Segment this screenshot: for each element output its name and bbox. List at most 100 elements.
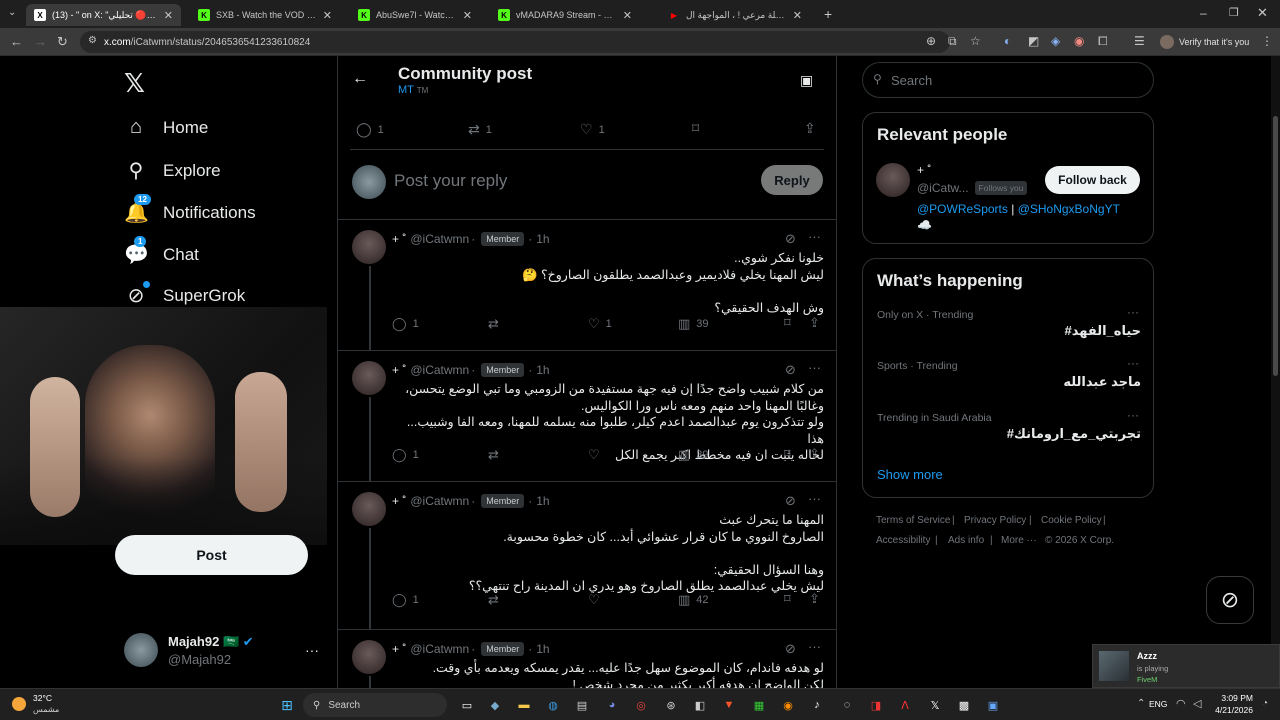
views-action[interactable]: ▥ 42 bbox=[678, 592, 709, 608]
grok-explain-icon[interactable]: ⊘ bbox=[785, 231, 796, 247]
reply-action[interactable]: ◯ 1 bbox=[392, 592, 419, 608]
wifi-icon[interactable]: ◠ bbox=[1176, 697, 1186, 710]
x-app-icon[interactable]: 𝕏 bbox=[926, 696, 944, 714]
views-action[interactable]: ▥ 39 bbox=[678, 447, 709, 463]
bookmark-icon[interactable]: ⌑ bbox=[784, 591, 791, 607]
app-icon[interactable]: ◌ bbox=[838, 696, 856, 714]
footer-link[interactable]: Ads info bbox=[948, 535, 984, 546]
grok-explain-icon[interactable]: ⊘ bbox=[785, 493, 796, 509]
main-repost-action[interactable]: ⇄ 1 bbox=[468, 121, 492, 138]
follow-back-button[interactable]: Follow back bbox=[1045, 166, 1140, 194]
relevant-avatar[interactable] bbox=[876, 163, 910, 197]
tab-search-icon[interactable]: ⌄ bbox=[8, 7, 16, 18]
new-tab-icon[interactable]: + bbox=[824, 6, 832, 22]
main-like-action[interactable]: ♡ 1 bbox=[580, 121, 605, 138]
app-icon[interactable]: ⴷ bbox=[896, 696, 914, 714]
scrollbar-thumb[interactable] bbox=[1273, 116, 1278, 376]
clock-time[interactable]: 3:09 PM bbox=[1209, 693, 1253, 703]
extension-icon[interactable]: ◩ bbox=[1028, 34, 1039, 48]
post-time[interactable]: 1h bbox=[536, 232, 549, 246]
grok-explain-icon[interactable]: ⊘ bbox=[785, 362, 796, 378]
author-handle[interactable]: @iCatwmn bbox=[410, 642, 469, 656]
back-arrow-icon[interactable]: ← bbox=[352, 70, 368, 88]
author-handle[interactable]: @iCatwmn bbox=[410, 363, 469, 377]
browser-tab[interactable]: K SXB - Watch the VOD on Kick ✕ bbox=[190, 4, 340, 26]
more-options-icon[interactable]: ··· bbox=[808, 360, 821, 375]
browser-tab[interactable]: X (13) - " on X: "تحليلي 🔴 " / X ✕ bbox=[26, 4, 181, 26]
clock-date[interactable]: 4/21/2026 bbox=[1209, 705, 1253, 715]
more-options-icon[interactable]: ··· bbox=[808, 491, 821, 506]
author-handle[interactable]: @iCatwmn bbox=[410, 232, 469, 246]
reading-list-icon[interactable]: ☰ bbox=[1134, 34, 1145, 48]
share-icon[interactable]: ⇪ bbox=[809, 591, 820, 607]
reload-icon[interactable]: ↻ bbox=[57, 34, 68, 50]
file-explorer-icon[interactable]: ▬ bbox=[515, 696, 533, 714]
reply-action[interactable]: ◯ 1 bbox=[392, 316, 419, 332]
weather-temp[interactable]: 32°C bbox=[33, 693, 52, 703]
share-icon[interactable]: ⇪ bbox=[809, 446, 820, 462]
bookmark-icon[interactable]: ⌑ bbox=[784, 315, 791, 331]
views-action[interactable]: ▥ 39 bbox=[678, 316, 709, 332]
extension-icon[interactable]: ◉ bbox=[1074, 34, 1084, 48]
trend-item[interactable]: Trending in Saudi Arabia #تجربتي_مع_اروما… bbox=[877, 408, 1141, 442]
post-avatar[interactable] bbox=[352, 640, 386, 674]
sidebar-item-home[interactable]: ⌂ Home bbox=[124, 116, 208, 139]
forward-icon[interactable]: → bbox=[34, 34, 47, 49]
grok-explain-icon[interactable]: ⊘ bbox=[785, 641, 796, 657]
share-icon[interactable]: ⇪ bbox=[804, 120, 816, 137]
search-input[interactable]: ⚲ Search bbox=[862, 62, 1154, 98]
account-avatar[interactable] bbox=[124, 633, 158, 667]
author-name[interactable]: + ˚ bbox=[392, 642, 406, 656]
sidebar-item-supergrok[interactable]: ⊘ SuperGrok bbox=[124, 281, 245, 308]
sidebar-item-notifications[interactable]: 🔔 12 Notifications bbox=[124, 194, 256, 225]
copilot-icon[interactable]: ◆ bbox=[486, 696, 504, 714]
bookmark-icon[interactable]: ⌑ bbox=[784, 446, 791, 462]
footer-link[interactable]: Terms of Service bbox=[876, 515, 950, 526]
language-indicator[interactable]: ENG bbox=[1149, 699, 1167, 709]
notification-bell-icon[interactable]: ◔ bbox=[1262, 698, 1268, 709]
zoom-icon[interactable]: ⊕ bbox=[926, 34, 936, 48]
author-name[interactable]: + ˚ bbox=[392, 363, 406, 377]
x-logo-icon[interactable]: 𝕏 bbox=[124, 68, 145, 99]
task-view-icon[interactable]: ▭ bbox=[458, 696, 476, 714]
trend-item[interactable]: Only on X · Trending #حياه_الفهد ··· bbox=[877, 305, 1141, 339]
author-handle[interactable]: @iCatwmn bbox=[410, 494, 469, 508]
trend-item[interactable]: Sports · Trending ماجد عبدالله ··· bbox=[877, 356, 1141, 390]
reply-post[interactable]: + ˚ @iCatwmn · Member · 1h ⊘ ··· خلونا نفكر شوي.… bbox=[338, 219, 836, 351]
more-options-icon[interactable]: ··· bbox=[808, 639, 821, 654]
app-icon[interactable]: ▣ bbox=[984, 696, 1002, 714]
post-time[interactable]: 1h bbox=[536, 494, 549, 508]
repost-action[interactable]: ⇄ bbox=[488, 592, 505, 608]
post-time[interactable]: 1h bbox=[536, 642, 549, 656]
sidebar-item-chat[interactable]: 💬 1 Chat bbox=[124, 236, 199, 267]
close-tab-icon[interactable]: ✕ bbox=[623, 9, 632, 22]
install-app-icon[interactable]: ⧉ bbox=[948, 34, 957, 49]
close-tab-icon[interactable]: ✕ bbox=[463, 9, 472, 22]
windows-start-icon[interactable]: ⊞ bbox=[278, 696, 296, 714]
reply-button[interactable]: Reply bbox=[761, 165, 823, 195]
game-notification[interactable]: Azzz is playing FiveM bbox=[1092, 644, 1280, 688]
bio-link[interactable]: @POWReSports bbox=[917, 202, 1008, 216]
volume-icon[interactable]: ◁ bbox=[1193, 697, 1201, 710]
browser-tab[interactable]: KvMADARA9 Stream - Watch Live ✕ bbox=[490, 4, 640, 26]
post-button[interactable]: Post bbox=[115, 535, 308, 575]
extension-icon[interactable]: ◈ bbox=[1051, 34, 1060, 48]
reply-action[interactable]: ◯ 1 bbox=[392, 447, 419, 463]
browser-tab[interactable]: K AbuSwe7l - Watch the VOD on ✕ bbox=[350, 4, 480, 26]
footer-link[interactable]: © 2026 X Corp. bbox=[1045, 535, 1114, 546]
repost-action[interactable]: ⇄ bbox=[488, 447, 505, 463]
browser-tab[interactable]: ▶ نهاية سلسلة مرعي ! ، المواجهة ال ✕ bbox=[660, 4, 810, 26]
chrome-icon[interactable]: ◎ bbox=[632, 696, 650, 714]
post-avatar[interactable] bbox=[352, 361, 386, 395]
store-icon[interactable]: ▤ bbox=[573, 696, 591, 714]
browser-menu-icon[interactable]: ⋮ bbox=[1261, 34, 1273, 48]
app-icon[interactable]: ◨ bbox=[867, 696, 885, 714]
reader-view-icon[interactable]: ▣ bbox=[800, 72, 813, 89]
app-icon[interactable]: ▦ bbox=[750, 696, 768, 714]
footer-link[interactable]: Privacy Policy bbox=[964, 515, 1026, 526]
share-icon[interactable]: ⇪ bbox=[809, 315, 820, 331]
more-options-icon[interactable]: ··· bbox=[808, 229, 821, 244]
trend-more-icon[interactable]: ··· bbox=[1127, 408, 1139, 422]
author-name[interactable]: + ˚ bbox=[392, 232, 406, 246]
account-name[interactable]: Majah92 🇸🇦 ✔ bbox=[168, 634, 254, 650]
